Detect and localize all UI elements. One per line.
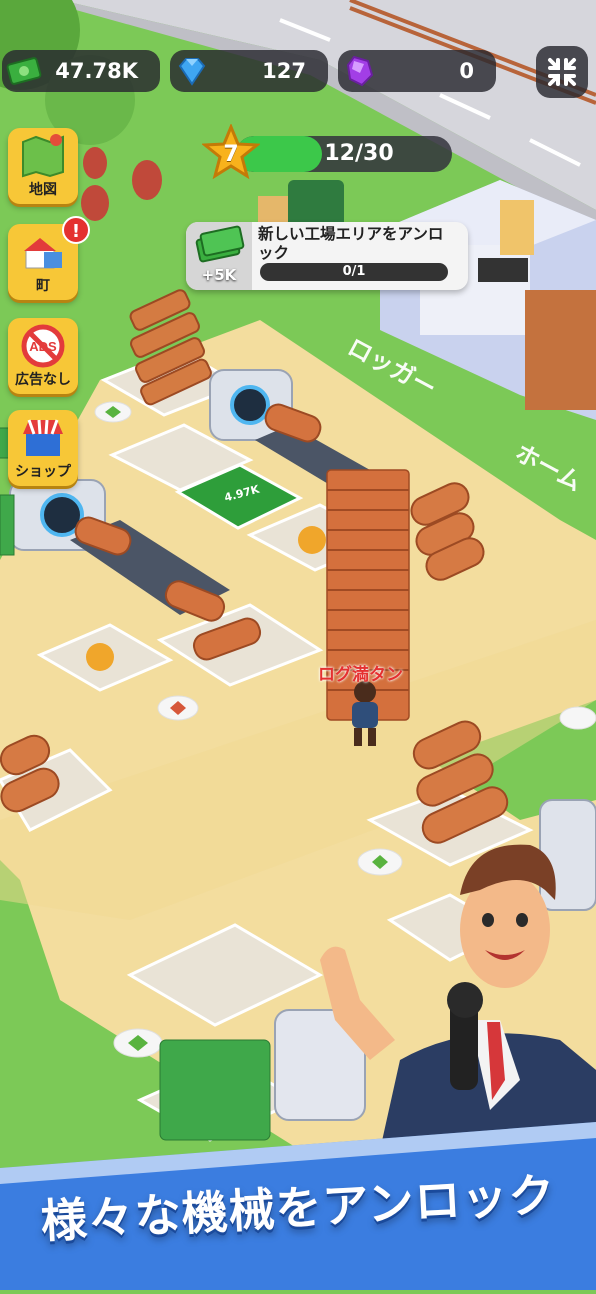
level-number: 7 [223, 142, 239, 167]
quest-reward: +5K [186, 222, 252, 290]
town-alert-badge: ! [62, 216, 90, 244]
shop-label: ショップ [15, 464, 71, 480]
game-world [0, 0, 596, 1290]
quest-card[interactable]: +5K 新しい工場エリアをアンロック 0/1 [186, 222, 468, 290]
blue-gem-icon [178, 58, 206, 86]
level-progress-text: 12/30 [324, 141, 394, 166]
game-scene [0, 0, 596, 1290]
shop-icon [23, 419, 63, 456]
no-ads-label: 広告なし [15, 372, 71, 388]
cash-icon [6, 57, 42, 85]
quest-reward-amount: +5K [201, 266, 237, 284]
collapse-button[interactable] [536, 46, 588, 98]
purple-gem-icon [346, 55, 374, 87]
shop-button[interactable]: ショップ [8, 410, 78, 486]
gem-counter: 127 [170, 50, 328, 92]
cash-stack-icon [195, 225, 245, 263]
no-ads-button[interactable]: ADS 広告なし [8, 318, 78, 394]
quest-title: 新しい工場エリアをアンロック [258, 225, 444, 262]
collapse-icon [548, 58, 576, 86]
purple-gem-counter: 0 [338, 50, 496, 92]
cash-counter: 47.78K [2, 50, 160, 92]
town-icon [24, 238, 62, 269]
cash-value: 47.78K [55, 59, 138, 83]
quest-progress-text: 0/1 [342, 264, 366, 279]
gem-value: 127 [262, 59, 306, 83]
ads-badge-text: ADS [29, 339, 57, 354]
no-ads-icon: ADS [21, 324, 65, 368]
map-icon [22, 134, 64, 178]
purple-gem-value: 0 [459, 59, 474, 83]
map-button[interactable]: 地図 [8, 128, 78, 204]
map-label: 地図 [29, 182, 57, 198]
town-label: 町 [36, 278, 50, 294]
log-full-label: ログ満タン [318, 665, 403, 685]
